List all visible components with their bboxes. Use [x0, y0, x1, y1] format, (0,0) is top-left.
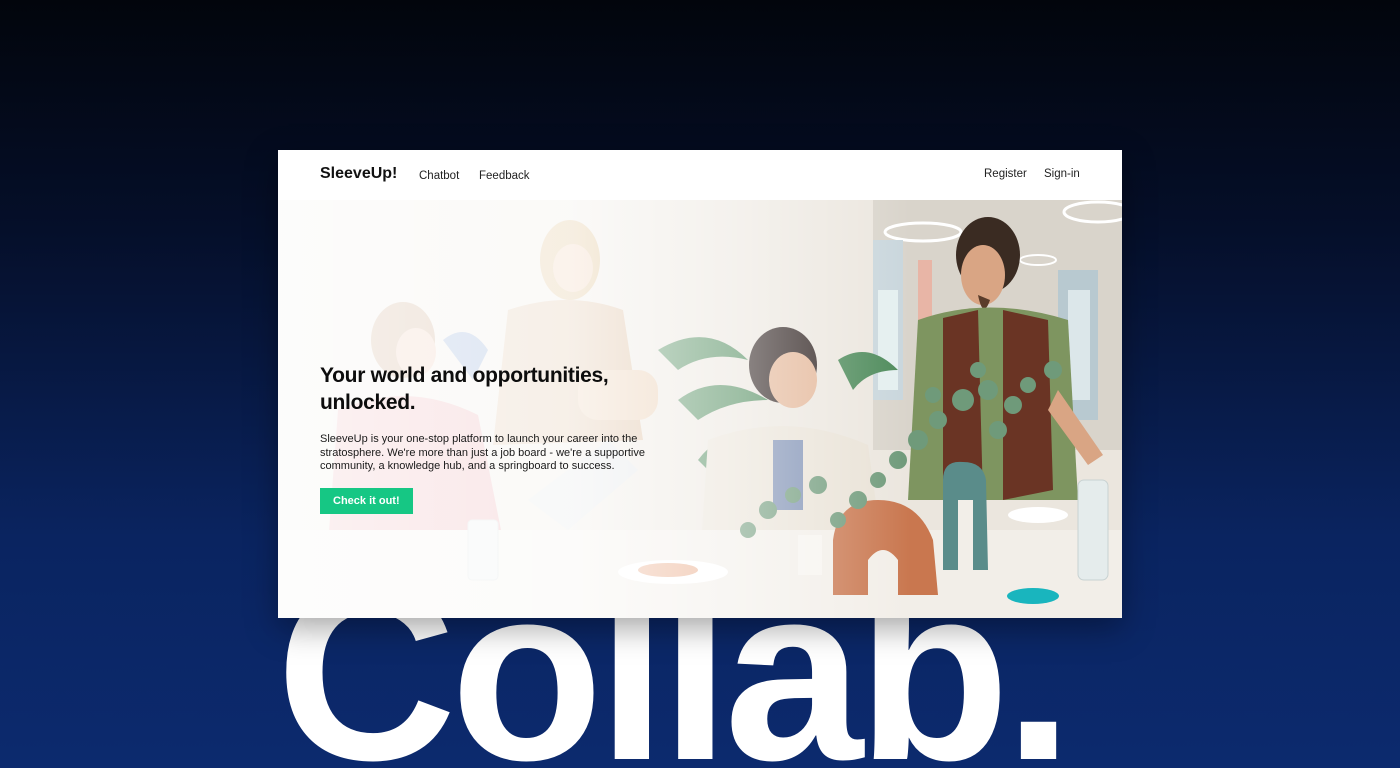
- check-it-out-button[interactable]: Check it out!: [320, 487, 413, 514]
- nav-link-chatbot[interactable]: Chatbot: [419, 170, 459, 182]
- hero-content: Your world and opportunities, unlocked. …: [320, 362, 670, 514]
- hero-section: Your world and opportunities, unlocked. …: [278, 200, 1122, 618]
- hero-description: SleeveUp is your one-stop platform to la…: [320, 433, 645, 472]
- nav-link-feedback[interactable]: Feedback: [479, 170, 530, 182]
- nav-link-register[interactable]: Register: [984, 168, 1027, 180]
- hero-headline: Your world and opportunities, unlocked.: [320, 362, 670, 416]
- headline-line-2: unlocked.: [320, 391, 416, 414]
- nav-link-sign-in[interactable]: Sign-in: [1044, 168, 1080, 180]
- website-preview-card: SleeveUp! Chatbot Feedback Register Sign…: [278, 150, 1122, 618]
- brand-logo[interactable]: SleeveUp!: [320, 165, 397, 183]
- navbar: SleeveUp! Chatbot Feedback Register Sign…: [278, 150, 1122, 200]
- headline-line-1: Your world and opportunities,: [320, 364, 609, 387]
